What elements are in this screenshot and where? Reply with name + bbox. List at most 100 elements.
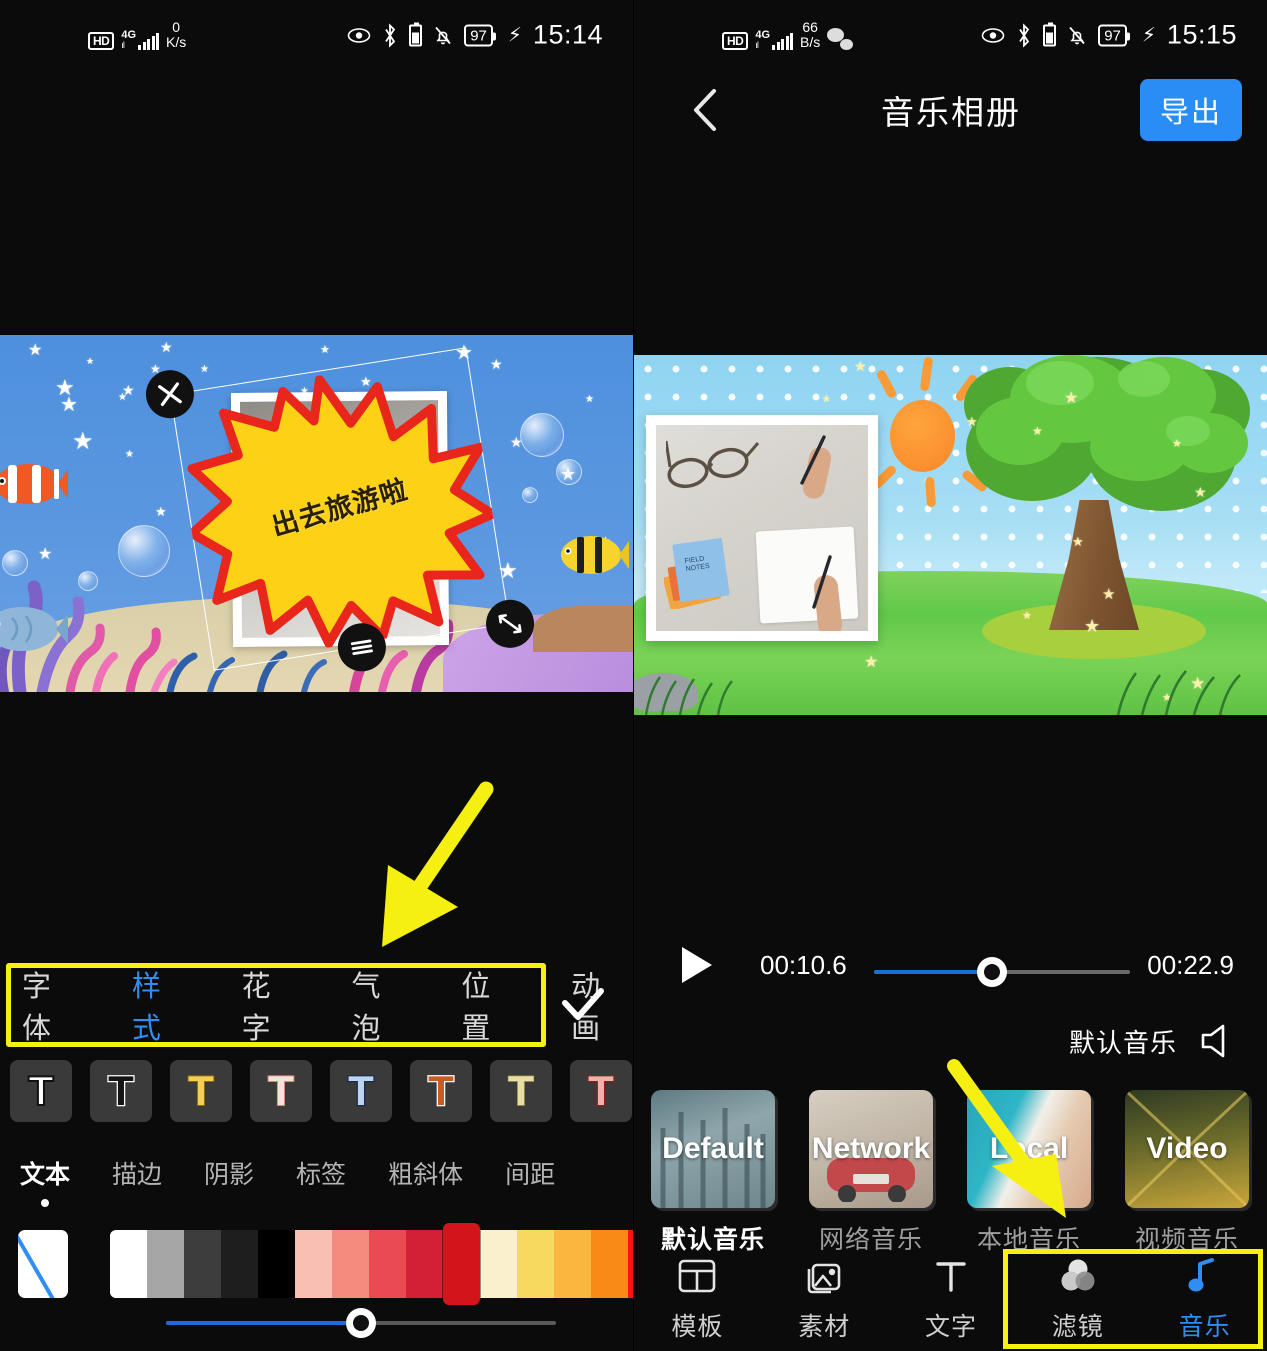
bottom-navigation: 模板 素材 文字 滤镜 音乐 xyxy=(634,1247,1267,1351)
subtab-stroke[interactable]: 描边 xyxy=(112,1155,162,1191)
network-type-label: 4G ıl xyxy=(755,28,771,50)
nav-music[interactable]: 音乐 xyxy=(1141,1247,1267,1351)
preset-swatch[interactable]: T xyxy=(170,1060,232,1122)
annotation-arrow-left xyxy=(382,781,494,947)
bluefish-icon xyxy=(0,607,68,651)
signal-bars-icon xyxy=(772,32,794,50)
preset-swatch[interactable]: T xyxy=(330,1060,392,1122)
decor-bubble xyxy=(522,487,538,503)
color-swatch[interactable] xyxy=(406,1230,443,1298)
glasses-object xyxy=(666,440,760,489)
style-subtabs: 文本 描边 阴影 标签 粗斜体 间距 xyxy=(20,1155,555,1207)
music-card-default[interactable]: Default 默认音乐 xyxy=(634,1090,792,1256)
preset-swatch[interactable]: T xyxy=(10,1060,72,1122)
color-swatch[interactable] xyxy=(221,1230,258,1298)
hamburger-icon xyxy=(350,639,373,656)
battery-small-icon xyxy=(1043,22,1057,46)
tree-canopy xyxy=(964,355,1250,511)
filter-icon xyxy=(1061,1259,1095,1291)
color-swatch[interactable] xyxy=(554,1230,591,1298)
decor-star: ★ xyxy=(1084,616,1101,636)
preset-swatch[interactable]: T xyxy=(250,1060,312,1122)
color-swatch[interactable] xyxy=(480,1230,517,1298)
right-preview-canvas[interactable]: ★ ★ ★ ★ ★ ★ ★ ★ ★ ★ ★ ★ ★ ★ ★ ★ ★ ★ ★ xyxy=(634,355,1267,715)
none-color-swatch[interactable] xyxy=(18,1230,68,1298)
bluetooth-icon xyxy=(1019,23,1030,47)
right-phone-screen: HD 4G ıl 66 B/s 97 ⚡ 15:15 音乐相册 导出 ★ ★ ★… xyxy=(633,0,1267,1351)
active-dot xyxy=(41,1199,49,1207)
hd-icon: HD xyxy=(88,31,115,50)
color-swatch-selected[interactable] xyxy=(443,1223,480,1305)
preset-swatch[interactable]: T xyxy=(570,1060,632,1122)
charging-bolt-icon: ⚡ xyxy=(507,24,522,47)
seabed-rock-2 xyxy=(533,606,633,652)
color-swatch[interactable] xyxy=(591,1230,628,1298)
music-thumb-label: Network xyxy=(811,1132,931,1165)
color-swatch[interactable] xyxy=(369,1230,406,1298)
decor-star: ★ xyxy=(1064,390,1079,407)
music-progress-slider[interactable] xyxy=(874,957,1130,987)
sun-icon xyxy=(890,400,955,472)
decor-star: ★ xyxy=(155,504,167,519)
template-icon xyxy=(679,1259,716,1293)
status-right-group: 97 ⚡ 15:15 xyxy=(981,20,1237,51)
sticker-selection-box[interactable]: 出去旅游啦 xyxy=(142,347,538,675)
subtab-label[interactable]: 标签 xyxy=(296,1155,346,1191)
opacity-slider[interactable] xyxy=(166,1308,556,1338)
decor-star: ★ xyxy=(200,364,209,375)
slider-knob[interactable] xyxy=(976,957,1007,987)
color-swatch[interactable] xyxy=(258,1230,295,1298)
eye-icon xyxy=(347,27,371,43)
export-button[interactable]: 导出 xyxy=(1139,79,1242,141)
subtab-spacing[interactable]: 间距 xyxy=(505,1155,555,1191)
color-swatch[interactable] xyxy=(184,1230,221,1298)
current-music-row[interactable]: 默认音乐 xyxy=(1069,1022,1239,1060)
left-status-bar: HD 4G ıl 0 K/s 97 ⚡ 15:14 xyxy=(0,0,633,70)
music-card-video[interactable]: Video 视频音乐 xyxy=(1108,1090,1266,1256)
music-thumb-label: Default xyxy=(662,1132,764,1165)
close-icon xyxy=(158,382,182,407)
nav-filter[interactable]: 滤镜 xyxy=(1014,1247,1141,1351)
status-left-group: HD 4G ıl 66 B/s xyxy=(722,20,854,50)
decor-star: ★ xyxy=(1172,438,1182,450)
battery-percent: 97 xyxy=(464,24,496,46)
subtab-bold-italic[interactable]: 粗斜体 xyxy=(388,1155,463,1191)
subtab-shadow[interactable]: 阴影 xyxy=(204,1155,254,1191)
preset-swatch[interactable]: T xyxy=(90,1060,152,1122)
slider-knob[interactable] xyxy=(346,1308,376,1338)
color-swatch[interactable] xyxy=(517,1230,554,1298)
decor-star: ★ xyxy=(585,394,594,405)
music-player-row: 00:10.6 00:22.9 xyxy=(634,935,1267,995)
preset-swatch[interactable]: T xyxy=(490,1060,552,1122)
confirm-check-button[interactable] xyxy=(553,975,613,1035)
speaker-icon[interactable] xyxy=(1197,1022,1239,1060)
text-style-presets: T T T T T T T T xyxy=(10,1060,632,1122)
preset-swatch[interactable]: T xyxy=(410,1060,472,1122)
nav-label: 音乐 xyxy=(1178,1313,1231,1341)
status-clock: 15:14 xyxy=(532,19,603,50)
subtab-text[interactable]: 文本 xyxy=(20,1155,70,1207)
nav-text[interactable]: 文字 xyxy=(888,1247,1015,1351)
color-swatch[interactable] xyxy=(147,1230,184,1298)
battery-small-icon xyxy=(409,22,423,46)
color-swatch[interactable] xyxy=(110,1230,147,1298)
network-speed-unit: K/s xyxy=(166,34,187,50)
current-time: 00:10.6 xyxy=(760,949,847,980)
nav-media[interactable]: 素材 xyxy=(761,1247,888,1351)
starburst-sticker[interactable]: 出去旅游啦 xyxy=(171,352,510,666)
color-swatch[interactable] xyxy=(332,1230,369,1298)
decor-star: ★ xyxy=(28,342,43,359)
color-swatch[interactable] xyxy=(295,1230,332,1298)
preview-photo-image: FIELD NOTES xyxy=(656,425,868,631)
nav-template[interactable]: 模板 xyxy=(634,1247,761,1351)
music-card-network[interactable]: Network 网络音乐 xyxy=(792,1090,950,1256)
play-icon[interactable] xyxy=(682,947,712,983)
decor-star: ★ xyxy=(125,449,134,460)
decor-bubble xyxy=(520,413,564,457)
back-chevron-icon[interactable] xyxy=(688,87,724,133)
left-preview-canvas[interactable]: ★ ★ ★ ★ ★ ★ ★ ★ ★ ★ ★ ★ ★ ★ ★ ★ ★ ★ ★ ★ … xyxy=(0,335,633,692)
signal-icon: 4G ıl xyxy=(755,28,794,50)
bluetooth-icon xyxy=(385,23,396,47)
annotation-arrow-right xyxy=(947,1059,1066,1218)
nav-label: 素材 xyxy=(798,1313,851,1341)
